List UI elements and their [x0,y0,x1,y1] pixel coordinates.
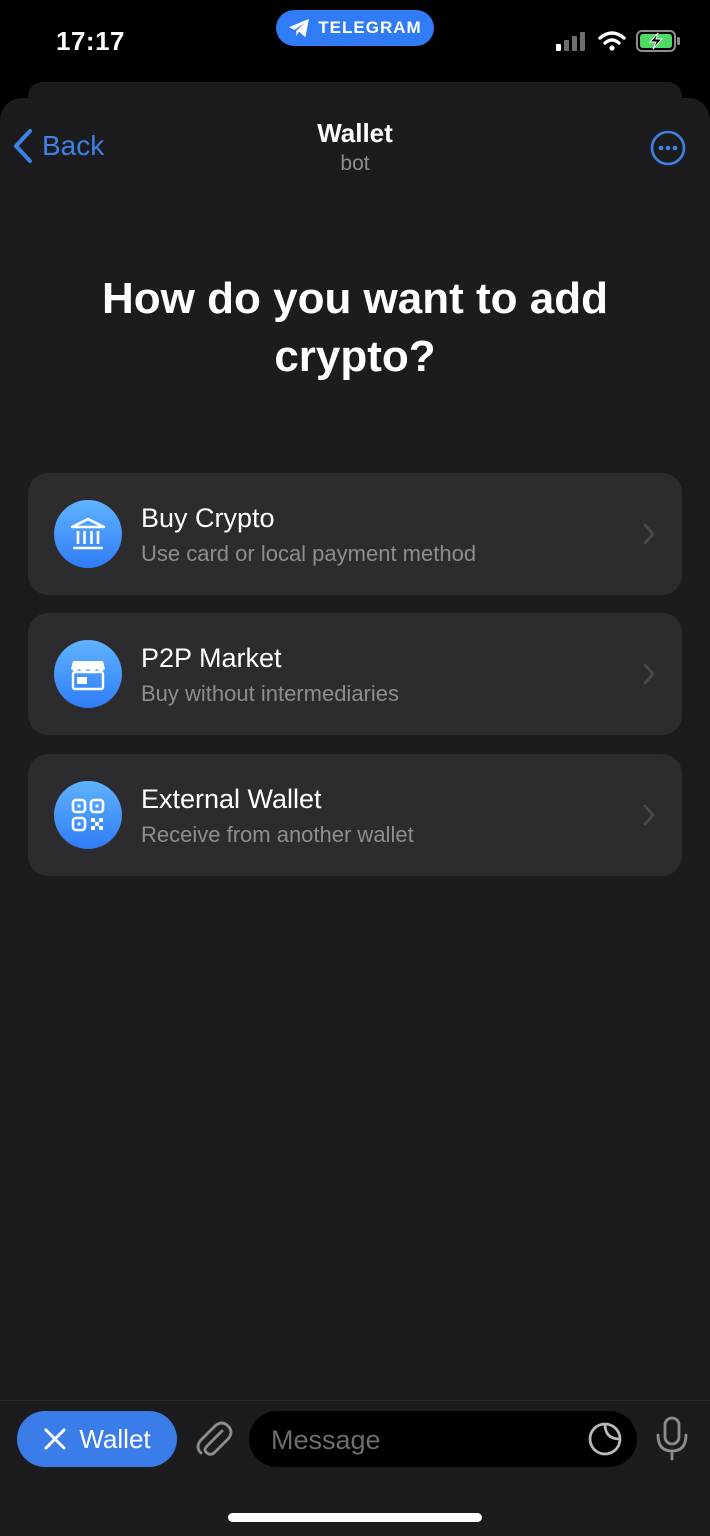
bot-chip-label: Wallet [79,1423,151,1454]
attach-paperclip-icon[interactable] [192,1419,234,1461]
more-options-button[interactable] [650,130,686,166]
option-title: Buy Crypto [141,503,275,533]
store-icon [54,640,122,708]
status-time: 17:17 [56,26,125,56]
page-title: Wallet [317,118,393,148]
telegram-return-pill[interactable]: TELEGRAM [276,10,434,46]
close-icon [44,1428,66,1450]
option-subtitle: Buy without intermediaries [141,681,400,706]
wallet-bot-sheet: Back Wallet bot How do you want to add c… [0,98,710,1536]
option-p2p-market[interactable]: P2P Market Buy without intermediaries [28,613,682,735]
telegram-plane-icon [289,18,310,38]
home-indicator[interactable] [228,1513,482,1522]
option-subtitle: Use card or local payment method [141,541,477,566]
telegram-pill-label: TELEGRAM [318,18,422,37]
bank-icon [54,500,122,568]
message-placeholder: Message [271,1425,381,1455]
chevron-right-icon [643,804,655,826]
page-heading: How do you want to add crypto? [102,274,608,381]
message-composer: Wallet Message [0,1400,710,1536]
wifi-icon [598,31,626,51]
option-title: External Wallet [141,784,322,814]
option-title: P2P Market [141,643,282,673]
close-bot-chip[interactable]: Wallet [17,1411,177,1467]
microphone-icon[interactable] [652,1415,692,1461]
status-icons [556,30,682,52]
chevron-right-icon [643,663,655,685]
message-input[interactable]: Message [249,1411,637,1467]
chevron-right-icon [643,523,655,545]
qr-code-icon [54,781,122,849]
page-subtitle: bot [340,152,370,175]
sticker-icon[interactable] [587,1421,623,1457]
signal-icon [556,32,585,51]
option-subtitle: Receive from another wallet [141,822,414,847]
battery-charging-icon [636,30,680,52]
option-external-wallet[interactable]: External Wallet Receive from another wal… [28,754,682,876]
status-bar: 17:17 TELEGRAM [0,0,710,84]
option-buy-crypto[interactable]: Buy Crypto Use card or local payment met… [28,473,682,595]
